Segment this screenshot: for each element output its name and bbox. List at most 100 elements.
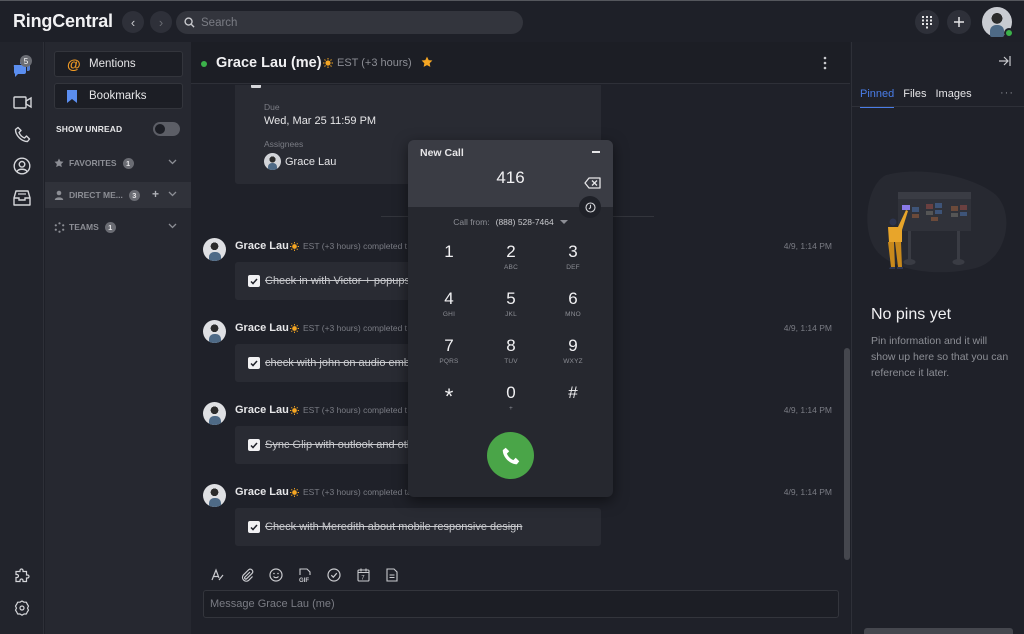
clock-icon: [584, 201, 596, 213]
key-8[interactable]: 8 TUV: [480, 334, 542, 381]
rail-settings[interactable]: [11, 597, 33, 619]
task-checkbox[interactable]: [248, 357, 260, 369]
dialer-title: New Call: [420, 147, 464, 159]
call-from-selector[interactable]: Call from: (888) 528-7464: [408, 217, 613, 227]
search-input[interactable]: [201, 16, 501, 29]
emoji-icon: [269, 568, 283, 582]
tab-images[interactable]: Images: [936, 88, 972, 108]
section-favorites[interactable]: FAVORITES 1: [45, 150, 191, 176]
collapse-panel-icon[interactable]: [998, 55, 1011, 67]
key-digit: 7: [444, 336, 454, 355]
task-checkbox[interactable]: [248, 521, 260, 533]
key-7[interactable]: 7 PQRS: [418, 334, 480, 381]
key-star[interactable]: *: [418, 381, 480, 428]
back-button[interactable]: ‹: [122, 11, 144, 33]
calendar-icon: 7: [356, 568, 370, 582]
gear-icon: [14, 600, 30, 616]
note-icon: [386, 568, 398, 582]
right-panel-scrollbar[interactable]: [864, 628, 1013, 634]
emoji-button[interactable]: [269, 568, 283, 582]
chevron-down-icon[interactable]: [168, 221, 177, 230]
due-label: Due: [264, 102, 280, 112]
backspace-icon[interactable]: [584, 177, 601, 189]
message-timestamp: 4/9, 1:14 PM: [783, 323, 832, 333]
empty-state-title: No pins yet: [871, 306, 952, 323]
show-unread-toggle[interactable]: [153, 122, 180, 136]
task-checkbox[interactable]: [248, 275, 260, 287]
key-2[interactable]: 2 ABC: [480, 240, 542, 287]
sender-avatar[interactable]: [203, 238, 226, 261]
sender-name[interactable]: Grace Lau: [235, 322, 289, 334]
sender-avatar[interactable]: [203, 484, 226, 507]
search-bar[interactable]: [176, 11, 523, 34]
rail-apps[interactable]: [11, 565, 33, 587]
dialpad-button[interactable]: [915, 10, 939, 34]
star-icon: [54, 158, 66, 168]
key-0[interactable]: 0 +: [480, 381, 542, 428]
timezone-label: EST (+3 hours): [323, 57, 412, 69]
task-button[interactable]: [327, 568, 341, 582]
rail-contacts[interactable]: [11, 155, 33, 177]
user-avatar[interactable]: [982, 7, 1014, 38]
sender-name[interactable]: Grace Lau: [235, 404, 289, 416]
mentions-button[interactable]: @ Mentions: [54, 51, 183, 77]
add-direct-message-icon[interactable]: +: [152, 187, 159, 201]
key-digit: 2: [506, 242, 516, 261]
message-meta: EST (+3 hours) completed t: [290, 323, 407, 333]
sender-avatar[interactable]: [203, 320, 226, 343]
key-5[interactable]: 5 JKL: [480, 287, 542, 334]
task-checkbox[interactable]: [248, 439, 260, 451]
key-6[interactable]: 6 MNO: [542, 287, 604, 334]
key-4[interactable]: 4 GHI: [418, 287, 480, 334]
plus-icon: [954, 17, 964, 27]
sender-avatar[interactable]: [203, 402, 226, 425]
conversation-scrollbar[interactable]: [844, 348, 850, 560]
dropdown-caret-icon: [559, 220, 568, 224]
assignee[interactable]: Grace Lau: [264, 153, 336, 170]
minimize-dialer-button[interactable]: [592, 151, 600, 153]
attach-button[interactable]: [240, 568, 254, 582]
dialed-number[interactable]: 416: [408, 168, 613, 188]
key-hash[interactable]: #: [542, 381, 604, 428]
create-button[interactable]: [947, 10, 971, 34]
rail-video[interactable]: [11, 91, 33, 113]
gif-button[interactable]: GIF: [298, 567, 312, 583]
chevron-down-icon[interactable]: [168, 157, 177, 166]
call-button[interactable]: [487, 432, 534, 479]
more-tabs-button[interactable]: ···: [1000, 87, 1014, 99]
meta-text: EST (+3 hours) completed ta...: [303, 487, 419, 497]
call-from-label: Call from:: [453, 217, 490, 227]
more-options-icon[interactable]: [823, 56, 827, 70]
format-button[interactable]: [211, 568, 225, 582]
favorite-star-icon[interactable]: [421, 56, 433, 68]
section-direct-messages[interactable]: DIRECT ME... 3 +: [45, 182, 191, 208]
text-format-icon: [211, 568, 224, 581]
tab-files[interactable]: Files: [903, 88, 926, 108]
left-panel: @ Mentions Bookmarks SHOW UNREAD FAVORIT…: [45, 42, 191, 634]
call-history-button[interactable]: [579, 196, 601, 218]
sender-name[interactable]: Grace Lau: [235, 486, 289, 498]
message-composer[interactable]: [203, 590, 839, 618]
rail-inbox[interactable]: [11, 187, 33, 209]
task-checkbox[interactable]: [251, 85, 261, 88]
event-button[interactable]: 7: [356, 568, 370, 582]
section-count: 3: [128, 189, 140, 201]
tab-pinned[interactable]: Pinned: [860, 88, 895, 108]
message-input[interactable]: [210, 598, 810, 610]
section-teams[interactable]: TEAMS 1: [45, 214, 191, 240]
check-circle-icon: [327, 568, 341, 582]
section-label: TEAMS: [69, 222, 99, 232]
note-button[interactable]: [385, 568, 399, 582]
key-1[interactable]: 1: [418, 240, 480, 287]
bookmarks-button[interactable]: Bookmarks: [54, 83, 183, 109]
forward-button[interactable]: ›: [150, 11, 172, 33]
sender-name[interactable]: Grace Lau: [235, 240, 289, 252]
rail-phone[interactable]: [11, 123, 33, 145]
checkmark-icon: [250, 442, 258, 449]
message-meta: EST (+3 hours) completed t: [290, 405, 407, 415]
key-letters: +: [509, 405, 513, 412]
chevron-down-icon[interactable]: [168, 189, 177, 198]
key-9[interactable]: 9 WXYZ: [542, 334, 604, 381]
key-3[interactable]: 3 DEF: [542, 240, 604, 287]
completed-task-card[interactable]: Check with Meredith about mobile respons…: [235, 508, 601, 546]
